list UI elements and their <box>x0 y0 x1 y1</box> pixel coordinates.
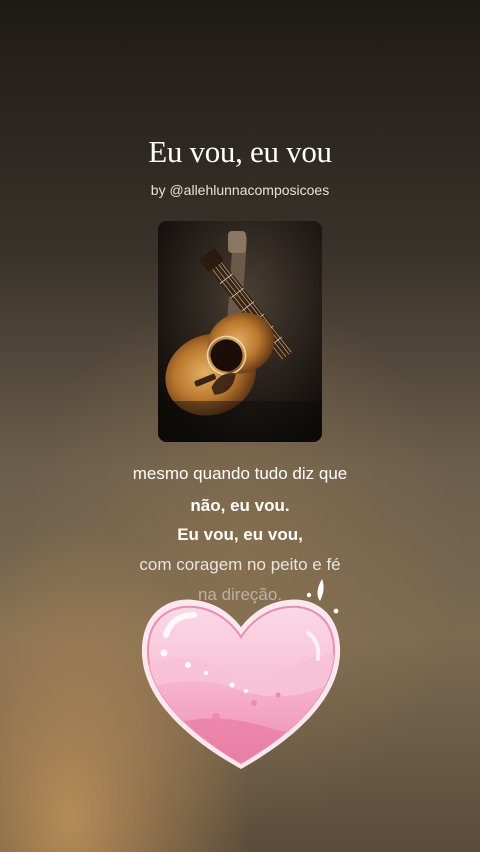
song-author[interactable]: by @allehlunnacomposicoes <box>0 182 480 198</box>
heart-sticker[interactable] <box>136 575 346 790</box>
lyrics-screen: Eu vou, eu vou by @allehlunnacomposicoes <box>0 0 480 852</box>
lyric-line: mesmo quando tudo diz que <box>132 464 348 483</box>
lyric-line: com coragem no peito e fé <box>139 555 341 574</box>
pink-heart-icon <box>141 579 341 769</box>
song-title: Eu vou, eu vou <box>148 134 332 169</box>
album-cover[interactable] <box>158 221 322 442</box>
lyric-line: não, eu vou. <box>190 496 290 515</box>
lyric-line: Eu vou, eu vou, <box>177 525 303 544</box>
acoustic-guitar-icon <box>158 221 322 442</box>
